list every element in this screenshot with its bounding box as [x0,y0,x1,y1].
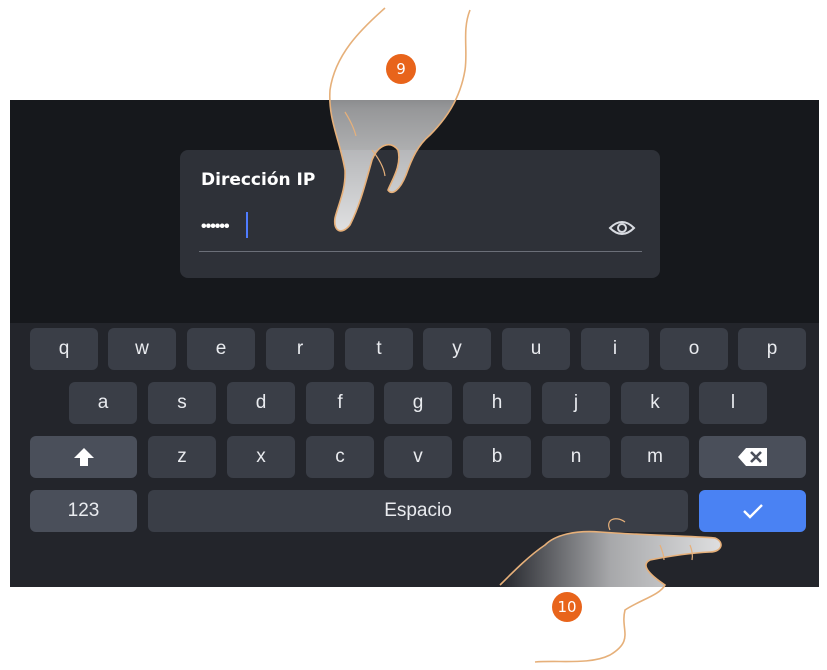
text-cursor [246,212,248,238]
key-d[interactable]: d [227,382,295,424]
step-badge-10: 10 [552,592,582,622]
key-v[interactable]: v [384,436,452,478]
key-i[interactable]: i [581,328,649,370]
key-w[interactable]: w [108,328,176,370]
key-s[interactable]: s [148,382,216,424]
key-t[interactable]: t [345,328,413,370]
key-c[interactable]: c [306,436,374,478]
dialog-title: Dirección IP [201,170,316,190]
space-key[interactable]: Espacio [148,490,688,532]
key-z[interactable]: z [148,436,216,478]
backspace-icon [737,448,767,466]
ip-address-input[interactable]: •••••• [201,218,230,236]
key-h[interactable]: h [463,382,531,424]
key-u[interactable]: u [502,328,570,370]
step-badge-9: 9 [386,54,416,84]
key-o[interactable]: o [660,328,728,370]
backspace-key[interactable] [699,436,806,478]
key-e[interactable]: e [187,328,255,370]
on-screen-keyboard: q w e r t y u i o p a s d f g h j k l z … [10,323,819,587]
key-a[interactable]: a [69,382,137,424]
numbers-key[interactable]: 123 [30,490,137,532]
key-m[interactable]: m [621,436,689,478]
input-underline [199,251,642,252]
enter-key[interactable] [699,490,806,532]
device-screen: Dirección IP •••••• q w e r t y u i o p … [10,100,819,587]
check-icon [742,504,763,519]
key-n[interactable]: n [542,436,610,478]
ip-address-dialog: Dirección IP •••••• [180,150,660,278]
key-f[interactable]: f [306,382,374,424]
shift-up-arrow-icon [73,448,94,466]
key-k[interactable]: k [621,382,689,424]
key-b[interactable]: b [463,436,531,478]
key-r[interactable]: r [266,328,334,370]
eye-icon[interactable] [608,218,636,238]
key-x[interactable]: x [227,436,295,478]
key-g[interactable]: g [384,382,452,424]
key-q[interactable]: q [30,328,98,370]
key-j[interactable]: j [542,382,610,424]
key-l[interactable]: l [699,382,767,424]
key-y[interactable]: y [423,328,491,370]
shift-key[interactable] [30,436,137,478]
key-p[interactable]: p [738,328,806,370]
